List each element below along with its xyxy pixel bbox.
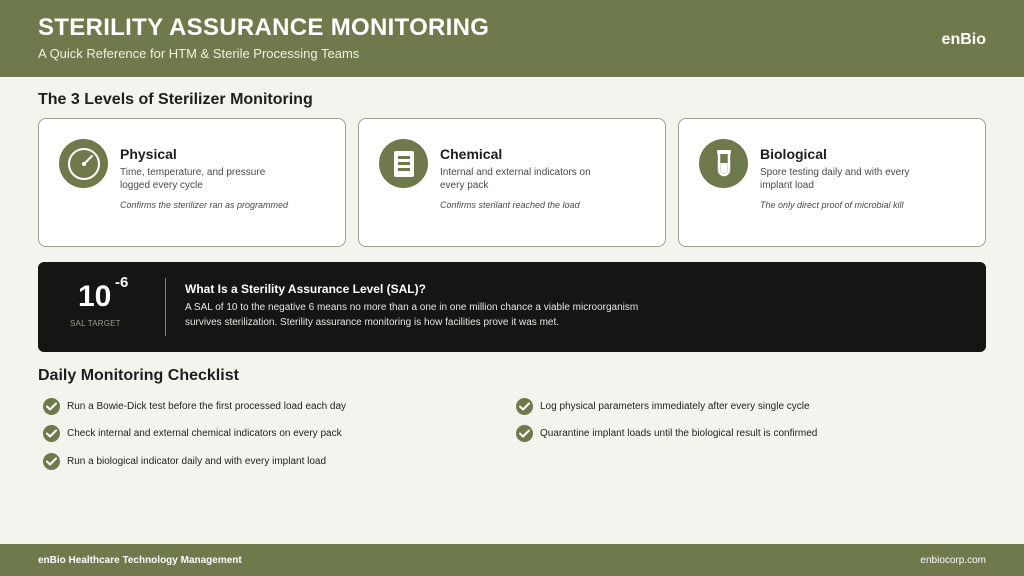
card-title: Biological: [760, 146, 827, 162]
check-icon: [43, 425, 60, 442]
checklist-item-text: Run a biological indicator daily and wit…: [67, 456, 327, 467]
check-icon: [516, 398, 533, 415]
sal-value: 10: [78, 280, 112, 313]
check-icon: [516, 425, 533, 442]
card-note: Confirms the sterilizer ran as programme…: [120, 200, 289, 210]
card-title: Physical: [120, 146, 177, 162]
sal-panel: 10 -6 SAL TARGET What Is a Sterility Ass…: [38, 262, 986, 352]
card-physical: Physical Time, temperature, and pressure…: [38, 118, 346, 247]
checklist-item: Quarantine implant loads until the biolo…: [516, 425, 817, 442]
test-tube-icon: [699, 139, 748, 188]
card-chemical: Chemical Internal and external indicator…: [358, 118, 666, 247]
header-banner: STERILITY ASSURANCE MONITORING A Quick R…: [0, 0, 1024, 77]
check-icon: [43, 398, 60, 415]
footer-bar: enBio Healthcare Technology Management e…: [0, 544, 1024, 576]
card-note: Confirms sterilant reached the load: [440, 200, 580, 210]
checklist-item: Run a biological indicator daily and wit…: [43, 453, 326, 470]
checklist-item: Run a Bowie-Dick test before the first p…: [43, 398, 346, 415]
footer-website: enbiocorp.com: [920, 555, 986, 566]
sal-target-label: SAL TARGET: [70, 319, 121, 328]
page-title: STERILITY ASSURANCE MONITORING: [38, 14, 490, 41]
sal-exponent: -6: [115, 274, 129, 291]
card-description: Spore testing daily and with every impla…: [760, 167, 910, 191]
card-description: Time, temperature, and pressure logged e…: [120, 167, 266, 191]
card-title: Chemical: [440, 146, 503, 162]
card-description: Internal and external indicators on ever…: [440, 167, 591, 191]
checklist-item-text: Run a Bowie-Dick test before the first p…: [67, 401, 347, 412]
checklist-item-text: Check internal and external chemical ind…: [67, 428, 342, 439]
checklist-item: Check internal and external chemical ind…: [43, 425, 342, 442]
checklist-heading: Daily Monitoring Checklist: [38, 367, 239, 384]
brand-logo: enBio: [941, 31, 986, 48]
card-note: The only direct proof of microbial kill: [760, 200, 904, 210]
footer-company: enBio Healthcare Technology Management: [38, 555, 242, 566]
sal-body: A SAL of 10 to the negative 6 means no m…: [185, 302, 639, 328]
sal-title: What Is a Sterility Assurance Level (SAL…: [185, 282, 426, 296]
page-subtitle: A Quick Reference for HTM & Sterile Proc…: [38, 46, 360, 61]
sal-divider: [165, 278, 166, 336]
levels-heading: The 3 Levels of Sterilizer Monitoring: [38, 91, 313, 108]
gauge-icon: [59, 139, 108, 188]
check-icon: [43, 453, 60, 470]
checklist-item-text: Log physical parameters immediately afte…: [540, 401, 810, 412]
checklist-item-text: Quarantine implant loads until the biolo…: [540, 428, 818, 439]
card-biological: Biological Spore testing daily and with …: [678, 118, 986, 247]
indicator-strip-icon: [379, 139, 428, 188]
checklist-item: Log physical parameters immediately afte…: [516, 398, 810, 415]
